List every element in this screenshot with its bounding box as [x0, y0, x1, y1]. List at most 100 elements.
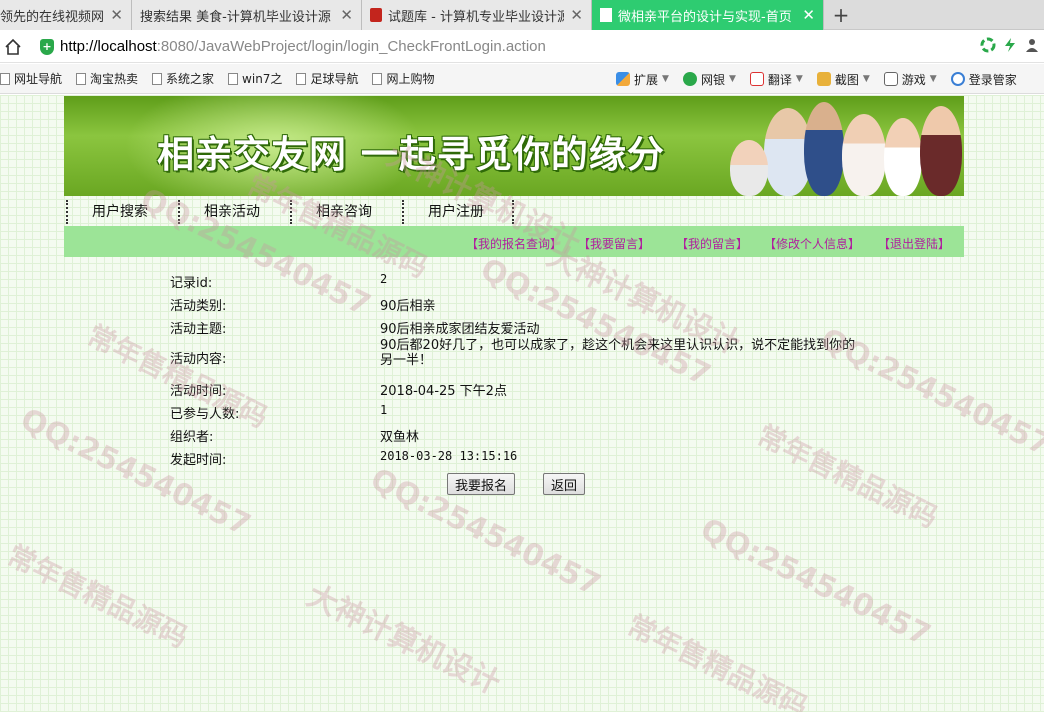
- bookmark-item[interactable]: 网址导航: [0, 70, 62, 87]
- browser-tab-bar: 领先的在线视频网站 ✕ 搜索结果 美食-计算机毕业设计源 ✕ 试题库 - 计算机…: [0, 0, 1044, 30]
- games-button[interactable]: 游戏 ▼: [883, 71, 937, 88]
- chevron-down-icon: ▼: [728, 74, 736, 84]
- user-icon[interactable]: [1024, 37, 1040, 53]
- bookmark-item[interactable]: 网上购物: [372, 70, 434, 87]
- close-tab-icon[interactable]: ✕: [570, 6, 583, 24]
- back-button[interactable]: 返回: [543, 473, 585, 495]
- link-logout[interactable]: 【退出登陆】: [878, 235, 950, 252]
- toolbar-label: 截图: [834, 72, 859, 87]
- detail-value: 2018-03-28 13:15:16: [380, 449, 518, 463]
- detail-label: 已参与人数:: [170, 407, 240, 422]
- site-favicon-icon: [370, 8, 382, 22]
- close-tab-icon[interactable]: ✕: [340, 6, 353, 24]
- family-photo: [724, 96, 964, 196]
- detail-value: 2: [380, 272, 388, 286]
- browser-tab-3[interactable]: 试题库 - 计算机专业毕业设计源码 ✕: [362, 0, 592, 30]
- new-tab-button[interactable]: +: [824, 0, 858, 29]
- page-icon: [296, 72, 307, 85]
- bookmarks-bar: 网址导航 淘宝热卖 系统之家 win7之 足球导航 网上购物 扩展 ▼ 网银 ▼ 翻…: [0, 64, 1044, 94]
- detail-label: 活动主题:: [170, 322, 227, 337]
- translate-icon: [749, 72, 764, 86]
- nav-dating-activities[interactable]: 相亲活动: [178, 200, 290, 224]
- bookmark-label: win7之: [242, 72, 283, 86]
- login-manager-button[interactable]: 登录管家: [950, 71, 1017, 88]
- detail-label: 活动内容:: [170, 352, 227, 367]
- bookmark-item[interactable]: win7之: [228, 70, 282, 87]
- tab-title: 试题库 - 计算机专业毕业设计源码: [388, 9, 565, 25]
- refresh-icon[interactable]: [980, 37, 996, 53]
- detail-value: 双鱼林: [380, 430, 420, 445]
- link-leave-message[interactable]: 【我要留言】: [578, 235, 650, 252]
- link-edit-profile[interactable]: 【修改个人信息】: [764, 235, 860, 252]
- chevron-down-icon: ▼: [662, 74, 669, 84]
- bookmark-label: 足球导航: [310, 72, 359, 86]
- main-nav: 用户搜索 相亲活动 相亲咨询 用户注册: [64, 198, 964, 225]
- bank-button[interactable]: 网银 ▼: [682, 71, 736, 88]
- user-subnav: 【我的报名查询】 【我要留言】 【我的留言】 【修改个人信息】 【退出登陆】: [64, 226, 964, 257]
- tab-title: 搜索结果 美食-计算机毕业设计源: [140, 9, 331, 25]
- gamepad-icon: [883, 72, 898, 86]
- link-my-signups[interactable]: 【我的报名查询】: [466, 235, 562, 252]
- tab-title: 微相亲平台的设计与实现-首页: [618, 9, 792, 25]
- bookmark-label: 网址导航: [14, 72, 63, 86]
- close-tab-icon[interactable]: ✕: [110, 6, 123, 24]
- toolbar-label: 扩展: [634, 72, 659, 87]
- url-field[interactable]: http://localhost:8080/JavaWebProject/log…: [60, 38, 546, 55]
- bookmark-item[interactable]: 足球导航: [296, 70, 358, 87]
- detail-label: 组织者:: [170, 430, 214, 445]
- link-my-messages[interactable]: 【我的留言】: [676, 235, 748, 252]
- chevron-down-icon: ▼: [929, 74, 937, 84]
- chevron-down-icon: ▼: [795, 74, 803, 84]
- detail-label: 记录id:: [170, 276, 213, 291]
- bank-icon: [682, 72, 697, 86]
- browser-tab-1[interactable]: 领先的在线视频网站 ✕: [0, 0, 132, 30]
- extensions-button[interactable]: 扩展 ▼: [616, 71, 669, 88]
- page-icon: [152, 72, 163, 85]
- bookmark-label: 淘宝热卖: [90, 72, 139, 86]
- page-icon: [0, 72, 10, 85]
- page-icon: [228, 72, 239, 85]
- detail-label: 活动类别:: [170, 299, 227, 314]
- detail-value: 90后相亲: [380, 299, 436, 314]
- watermark-text: QQ:254540457: [15, 401, 256, 544]
- toolbar-label: 登录管家: [968, 72, 1017, 87]
- bookmark-item[interactable]: 系统之家: [152, 70, 214, 87]
- browser-tab-4-active[interactable]: 微相亲平台的设计与实现-首页 ✕: [592, 0, 824, 30]
- signup-button[interactable]: 我要报名: [447, 473, 515, 495]
- nav-dating-consult[interactable]: 相亲咨询: [290, 200, 402, 224]
- search-key-icon: [950, 72, 965, 86]
- watermark-text: QQ:254540457: [695, 511, 936, 654]
- address-bar: + http://localhost:8080/JavaWebProject/l…: [0, 31, 1044, 63]
- detail-label: 发起时间:: [170, 453, 227, 468]
- watermark-text: 常年售精品源码: [752, 418, 943, 535]
- bookmark-item[interactable]: 淘宝热卖: [76, 70, 138, 87]
- url-host: http://localhost: [60, 38, 157, 55]
- translate-button[interactable]: 翻译 ▼: [749, 71, 803, 88]
- close-tab-icon[interactable]: ✕: [802, 6, 815, 24]
- browser-tab-2[interactable]: 搜索结果 美食-计算机毕业设计源 ✕: [132, 0, 362, 30]
- page-icon: [372, 72, 383, 85]
- nav-user-search[interactable]: 用户搜索: [66, 200, 178, 224]
- detail-value: 90后都20好几了，也可以成家了，趁这个机会来这里认识认识，说不定能找到你的另一…: [380, 338, 856, 368]
- screenshot-icon: [816, 72, 831, 86]
- page-viewport: 相亲交友网 一起寻觅你的缘分 用户搜索 相亲活动 相亲咨询 用户注册 【我的报名…: [0, 95, 1044, 712]
- home-icon[interactable]: [0, 34, 26, 60]
- toolbar-label: 游戏: [901, 72, 926, 87]
- banner-title: 相亲交友网 一起寻觅你的缘分: [157, 133, 665, 176]
- watermark-text: 常年售精品源码: [2, 538, 193, 655]
- tab-title: 领先的在线视频网站: [0, 9, 105, 25]
- toolbar-label: 网银: [700, 72, 725, 87]
- detail-value: 1: [380, 403, 388, 417]
- watermark-text: 常年售精品源码: [622, 608, 813, 712]
- url-path: :8080/JavaWebProject/login/login_CheckFr…: [156, 38, 546, 55]
- page-icon: [76, 72, 87, 85]
- detail-value: 2018-04-25 下午2点: [380, 384, 507, 399]
- lightning-icon[interactable]: [1002, 37, 1018, 53]
- nav-user-register[interactable]: 用户注册: [402, 200, 514, 224]
- page-icon: [600, 8, 612, 22]
- site-banner: 相亲交友网 一起寻觅你的缘分: [64, 96, 964, 196]
- toolbar-label: 翻译: [767, 72, 792, 87]
- screenshot-button[interactable]: 截图 ▼: [816, 71, 870, 88]
- bookmark-label: 系统之家: [166, 72, 215, 86]
- watermark-text: 大神计算机设计: [301, 578, 506, 702]
